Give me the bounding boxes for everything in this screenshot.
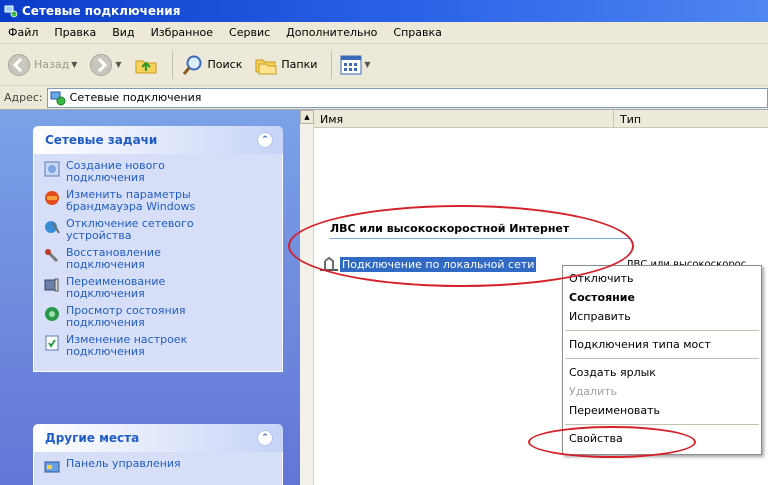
menu-edit[interactable]: Правка [46, 26, 104, 39]
network-tasks-header[interactable]: Сетевые задачи ⌃ [33, 126, 283, 154]
vertical-scrollbar[interactable]: ▲ [300, 110, 314, 485]
menu-view[interactable]: Вид [104, 26, 142, 39]
search-button[interactable]: Поиск [178, 48, 246, 82]
forward-arrow-icon [90, 53, 113, 76]
connection-item-lan[interactable]: Подключение по локальной сети [318, 256, 537, 272]
group-heading: ЛВС или высокоскоростной Интернет [330, 222, 570, 235]
column-type-label: Тип [620, 112, 642, 126]
task-create-connection[interactable]: Создание нового подключения [44, 160, 274, 184]
menu-item-repair[interactable]: Исправить [563, 307, 761, 326]
views-icon [340, 55, 362, 74]
task-repair-connection[interactable]: Восстановление подключения [44, 247, 274, 271]
collapse-chevron-icon[interactable]: ⌃ [257, 132, 273, 148]
network-connections-icon [4, 5, 18, 18]
forward-button[interactable]: ▼ [86, 48, 124, 82]
search-icon [182, 55, 202, 75]
disable-device-icon [45, 221, 60, 234]
task-label: Просмотр состояния подключения [66, 304, 186, 329]
menu-item-create-shortcut[interactable]: Создать ярлык [563, 363, 761, 382]
control-panel-icon [44, 461, 60, 473]
folders-button[interactable]: Папки [251, 48, 320, 82]
menu-item-bridge[interactable]: Подключения типа мост [563, 335, 761, 354]
task-label: Изменение настроек подключения [66, 333, 188, 358]
back-dropdown-icon[interactable]: ▼ [71, 60, 77, 69]
new-connection-icon [44, 161, 60, 177]
column-headers: Имя Тип [314, 110, 768, 128]
task-disable-device[interactable]: Отключение сетевого устройства [44, 218, 274, 242]
search-label: Поиск [207, 58, 243, 71]
task-label: Переименование подключения [66, 275, 166, 300]
menu-item-properties[interactable]: Свойства [563, 429, 761, 448]
wrench-icon [45, 249, 59, 263]
settings-document-icon [45, 335, 59, 351]
network-tasks-list: Создание нового подключения Изменить пар… [33, 154, 283, 372]
task-change-settings[interactable]: Изменение настроек подключения [44, 334, 274, 358]
menu-item-delete: Удалить [569, 385, 618, 398]
task-label: Создание нового подключения [66, 159, 165, 184]
scroll-up-arrow-icon[interactable]: ▲ [300, 110, 314, 124]
task-pane: Сетевые задачи ⌃ Создание нового подключ… [0, 110, 300, 485]
menu-help[interactable]: Справка [385, 26, 449, 39]
menu-separator [565, 330, 759, 331]
network-tasks-title: Сетевые задачи [45, 133, 158, 147]
forward-dropdown-icon[interactable]: ▼ [115, 60, 121, 69]
address-input[interactable]: Сетевые подключения [46, 87, 768, 108]
back-button[interactable]: Назад ▼ [4, 48, 80, 82]
place-label: Панель управления [66, 457, 181, 470]
rename-icon [44, 278, 59, 292]
other-places-list: Панель управления [33, 452, 283, 485]
column-header-type[interactable]: Тип [614, 110, 768, 128]
folders-icon [255, 59, 277, 74]
menu-item-status[interactable]: Состояние [563, 288, 761, 307]
window-title: Сетевые подключения [22, 4, 181, 18]
address-value: Сетевые подключения [69, 91, 202, 104]
folders-label: Папки [281, 58, 318, 71]
back-label: Назад [34, 58, 70, 71]
views-dropdown-icon[interactable]: ▼ [364, 60, 370, 69]
status-icon [45, 307, 59, 321]
connection-name: Подключение по локальной сети [340, 256, 537, 272]
menu-item-disconnect[interactable]: Отключить [563, 269, 761, 288]
menu-separator [565, 358, 759, 359]
task-view-status[interactable]: Просмотр состояния подключения [44, 305, 274, 329]
menu-advanced[interactable]: Дополнительно [278, 26, 385, 39]
task-label: Изменить параметры брандмауэра Windows [66, 188, 196, 213]
task-firewall-settings[interactable]: Изменить параметры брандмауэра Windows [44, 189, 274, 213]
menu-favorites[interactable]: Избранное [143, 26, 221, 39]
firewall-icon [45, 191, 59, 205]
views-button[interactable]: ▼ [337, 48, 373, 82]
other-places-header[interactable]: Другие места ⌃ [33, 424, 283, 452]
network-connections-icon [50, 91, 66, 105]
back-arrow-icon [8, 53, 30, 76]
address-label: Адрес: [4, 91, 43, 104]
collapse-chevron-icon[interactable]: ⌃ [257, 430, 273, 446]
lan-connection-icon [320, 256, 338, 271]
place-control-panel[interactable]: Панель управления [44, 458, 274, 475]
title-bar: Сетевые подключения [0, 0, 768, 22]
toolbar: Назад ▼ ▼ Поиск Папки ▼ [0, 44, 768, 86]
menu-bar: Файл Правка Вид Избранное Сервис Дополни… [0, 22, 768, 44]
column-header-name[interactable]: Имя [314, 110, 614, 128]
folder-up-icon [135, 60, 157, 73]
column-name-label: Имя [320, 112, 344, 126]
toolbar-separator [331, 50, 333, 79]
menu-separator [565, 424, 759, 425]
menu-file[interactable]: Файл [0, 26, 46, 39]
network-tasks-panel: Сетевые задачи ⌃ Создание нового подключ… [33, 126, 283, 372]
menu-item-rename[interactable]: Переименовать [563, 401, 761, 420]
context-menu: Отключить Состояние Исправить Подключени… [562, 265, 762, 455]
up-folder-button[interactable] [131, 48, 161, 82]
group-divider [330, 238, 630, 239]
task-label: Восстановление подключения [66, 246, 161, 271]
other-places-panel: Другие места ⌃ Панель управления [33, 424, 283, 485]
other-places-title: Другие места [45, 431, 140, 445]
address-bar: Адрес: Сетевые подключения [0, 86, 768, 110]
task-rename-connection[interactable]: Переименование подключения [44, 276, 274, 300]
task-label: Отключение сетевого устройства [66, 217, 194, 242]
menu-tools[interactable]: Сервис [221, 26, 278, 39]
toolbar-separator [171, 50, 173, 79]
